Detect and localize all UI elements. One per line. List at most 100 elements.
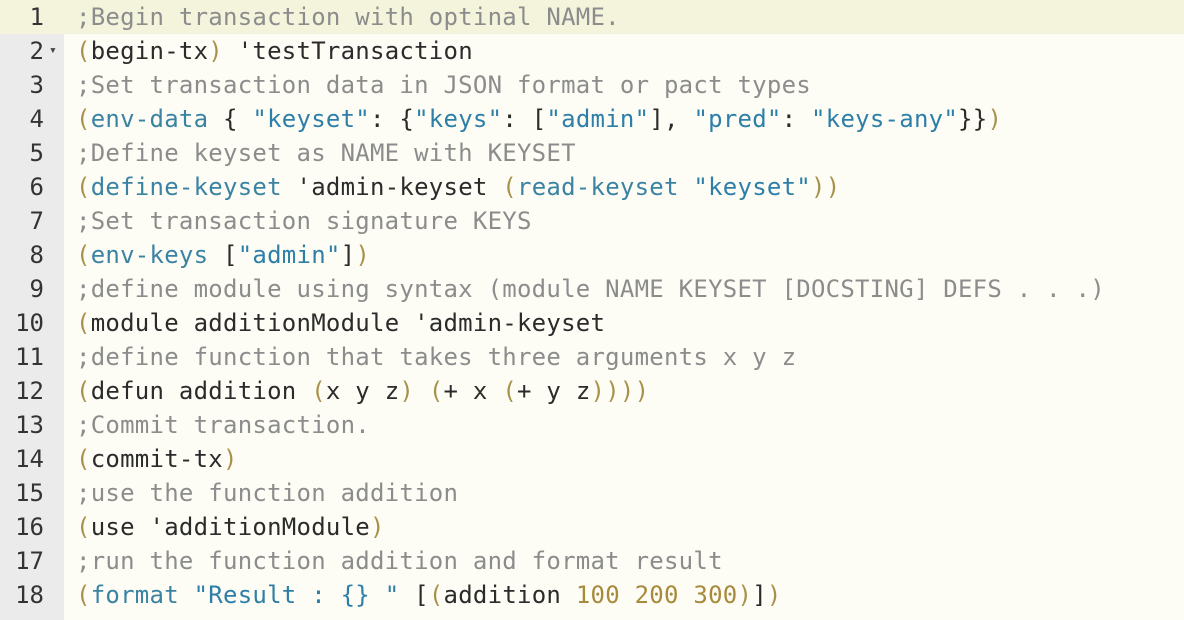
code-token: ;Define keyset as NAME with KEYSET — [76, 139, 576, 167]
code-text[interactable]: ;run the function addition and format re… — [76, 544, 723, 578]
line-number: 6 — [29, 173, 44, 201]
code-token: define-keyset — [90, 173, 282, 201]
code-text[interactable]: ;define function that takes three argume… — [76, 340, 796, 374]
code-token: ) — [399, 377, 415, 405]
code-token: : [ — [502, 105, 547, 133]
code-line[interactable]: 3 ;Set transaction data in JSON format or… — [0, 68, 1184, 102]
code-line[interactable]: 18 (format "Result : {} " [(addition 100 … — [0, 578, 1184, 612]
code-text[interactable]: ;Commit transaction. — [76, 408, 370, 442]
line-number: 17 — [15, 547, 44, 575]
code-text[interactable]: (define-keyset 'admin-keyset (read-keyse… — [76, 170, 840, 204]
code-line[interactable]: 14 (commit-tx) — [0, 442, 1184, 476]
code-token: read-keyset — [517, 173, 679, 201]
code-token: ( — [76, 241, 91, 269]
code-text[interactable]: ;define module using syntax (module NAME… — [76, 272, 1105, 306]
code-token: ( — [76, 173, 91, 201]
code-token: ) — [737, 581, 753, 609]
code-token: }} — [958, 105, 988, 133]
code-token: ;Commit transaction. — [76, 411, 370, 439]
code-token: ( — [76, 377, 91, 405]
code-text[interactable]: ;Begin transaction with optinal NAME. — [76, 0, 620, 34]
code-line[interactable]: 5 ;Define keyset as NAME with KEYSET — [0, 136, 1184, 170]
code-text[interactable]: ;use the function addition — [76, 476, 458, 510]
code-token: ( — [428, 377, 444, 405]
code-token: ], — [649, 105, 694, 133]
code-token: ;Set transaction data in JSON format or … — [76, 71, 811, 99]
line-number: 10 — [15, 309, 44, 337]
code-line[interactable]: 13 ;Commit transaction. — [0, 408, 1184, 442]
line-number: 9 — [29, 275, 44, 303]
line-number: 13 — [15, 411, 44, 439]
code-token: ;define module using syntax (module NAME… — [76, 275, 1105, 303]
code-text[interactable]: (use 'additionModule) — [76, 510, 385, 544]
line-number: 8 — [29, 241, 44, 269]
code-line[interactable]: 4 (env-data { "keyset": {"keys": ["admin"… — [0, 102, 1184, 136]
line-number: 16 — [15, 513, 44, 541]
code-line[interactable]: 1 ;Begin transaction with optinal NAME. — [0, 0, 1184, 34]
code-token: 'testTransaction — [223, 37, 473, 65]
code-token: ;run the function addition and format re… — [76, 547, 723, 575]
code-token: "keys-any" — [811, 105, 959, 133]
code-token: ( — [76, 513, 91, 541]
code-token: "keyset" — [252, 105, 370, 133]
line-number: 11 — [15, 343, 44, 371]
code-token: ) — [766, 581, 782, 609]
code-token: : { — [370, 105, 415, 133]
code-token: ( — [502, 173, 517, 201]
code-token: addition — [443, 581, 576, 609]
code-line[interactable]: 11 ;define function that takes three argu… — [0, 340, 1184, 374]
code-token: ] — [752, 581, 767, 609]
code-line[interactable]: 12 (defun addition (x y z) (+ x (+ y z)))… — [0, 374, 1184, 408]
code-text[interactable]: (begin-tx) 'testTransaction — [76, 34, 473, 68]
code-line[interactable]: 17 ;run the function addition and format … — [0, 544, 1184, 578]
fold-triangle-icon[interactable]: ▾ — [49, 34, 57, 68]
code-token: ( — [76, 105, 91, 133]
code-text[interactable]: ;Set transaction data in JSON format or … — [76, 68, 811, 102]
code-text[interactable]: (env-data { "keyset": {"keys": ["admin"]… — [76, 102, 1002, 136]
code-line[interactable]: 9 ;define module using syntax (module NAM… — [0, 272, 1184, 306]
code-token: "admin" — [237, 241, 341, 269]
code-text[interactable]: ;Define keyset as NAME with KEYSET — [76, 136, 576, 170]
code-token: ) — [370, 513, 385, 541]
code-line[interactable]: 8 (env-keys ["admin"]) — [0, 238, 1184, 272]
code-token: defun addition — [90, 377, 312, 405]
code-text[interactable]: (defun addition (x y z) (+ x (+ y z)))) — [76, 374, 649, 408]
code-text[interactable]: (env-keys ["admin"]) — [76, 238, 370, 272]
code-line[interactable]: 6 (define-keyset 'admin-keyset (read-keys… — [0, 170, 1184, 204]
code-line[interactable]: 2 ▾ (begin-tx) 'testTransaction — [0, 34, 1184, 68]
code-token: ( — [76, 445, 91, 473]
line-number: 1 — [29, 3, 44, 31]
code-text[interactable]: (format "Result : {} " [(addition 100 20… — [76, 578, 782, 612]
code-token: : — [781, 105, 812, 133]
code-line[interactable]: 7 ;Set transaction signature KEYS — [0, 204, 1184, 238]
code-token: ( — [76, 37, 91, 65]
code-token: + x — [443, 377, 503, 405]
code-token: 100 200 300 — [575, 581, 738, 609]
code-line[interactable]: 10 (module additionModule 'admin-keyset — [0, 306, 1184, 340]
line-number: 14 — [15, 445, 44, 473]
code-text[interactable]: (commit-tx) — [76, 442, 238, 476]
code-token: )))) — [590, 377, 650, 405]
code-editor[interactable]: 1 ;Begin transaction with optinal NAME. 2 ▾… — [0, 0, 1184, 620]
code-token: ( — [311, 377, 326, 405]
code-token: ( — [76, 309, 91, 337]
code-token: x y z — [325, 377, 400, 405]
code-token: ) — [223, 445, 238, 473]
code-token: ) — [208, 37, 223, 65]
code-token: "keys" — [414, 105, 503, 133]
code-lines[interactable]: 1 ;Begin transaction with optinal NAME. 2 ▾… — [0, 0, 1184, 612]
code-token: ( — [502, 377, 518, 405]
code-text[interactable]: (module additionModule 'admin-keyset — [76, 306, 605, 340]
code-text[interactable]: ;Set transaction signature KEYS — [76, 204, 532, 238]
code-token: ] — [340, 241, 356, 269]
line-number: 15 — [15, 479, 44, 507]
code-token: ;use the function addition — [76, 479, 459, 507]
code-line[interactable]: 15 ;use the function addition — [0, 476, 1184, 510]
code-line[interactable]: 16 (use 'additionModule) — [0, 510, 1184, 544]
code-token: env-keys — [90, 241, 209, 269]
line-number: 12 — [15, 377, 44, 405]
code-token: ) — [355, 241, 371, 269]
